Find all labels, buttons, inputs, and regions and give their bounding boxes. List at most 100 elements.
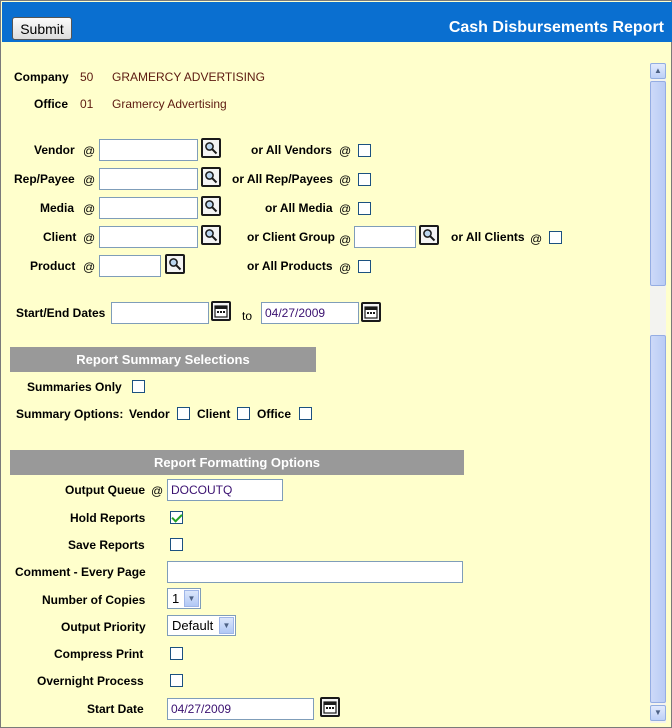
all-rep-payees-at: @ bbox=[339, 173, 352, 187]
product-input[interactable] bbox=[99, 255, 161, 277]
output-queue-at: @ bbox=[151, 484, 164, 498]
page-title: Cash Disbursements Report bbox=[448, 19, 664, 36]
compress-label: Compress Print bbox=[54, 647, 144, 661]
compress-print-checkbox[interactable] bbox=[170, 647, 183, 660]
client-input[interactable] bbox=[99, 226, 198, 248]
media-label: Media bbox=[40, 201, 75, 215]
start-date-calendar-button[interactable] bbox=[211, 301, 231, 321]
magnifier-icon bbox=[169, 258, 182, 271]
rep-payee-at: @ bbox=[83, 173, 96, 187]
scroll-thumb[interactable] bbox=[650, 81, 666, 286]
magnifier-icon bbox=[205, 200, 218, 213]
media-input[interactable] bbox=[99, 197, 198, 219]
rep-payee-label: Rep/Payee bbox=[14, 172, 75, 186]
save-reports-checkbox[interactable] bbox=[170, 538, 183, 551]
chevron-down-icon: ▼ bbox=[184, 590, 199, 607]
vendor-at: @ bbox=[83, 144, 96, 158]
summary-office-checkbox[interactable] bbox=[299, 407, 312, 420]
magnifier-icon bbox=[205, 229, 218, 242]
summary-client-checkbox[interactable] bbox=[237, 407, 250, 420]
summary-options-label: Summary Options: bbox=[16, 407, 124, 421]
client-group-input[interactable] bbox=[354, 226, 416, 248]
submit-button[interactable]: Submit bbox=[12, 17, 72, 40]
priority-label: Output Priority bbox=[61, 620, 146, 634]
all-vendors-checkbox[interactable] bbox=[358, 144, 371, 157]
vendor-input[interactable] bbox=[99, 139, 198, 161]
client-lookup-button[interactable] bbox=[201, 225, 221, 245]
all-clients-checkbox[interactable] bbox=[549, 231, 562, 244]
all-media-checkbox[interactable] bbox=[358, 202, 371, 215]
overnight-process-checkbox[interactable] bbox=[170, 674, 183, 687]
media-lookup-button[interactable] bbox=[201, 196, 221, 216]
copies-label: Number of Copies bbox=[42, 593, 146, 607]
comment-label: Comment - Every Page bbox=[15, 565, 146, 579]
product-lookup-button[interactable] bbox=[165, 254, 185, 274]
copies-select-value: 1 bbox=[172, 591, 180, 606]
all-media-at: @ bbox=[339, 202, 352, 216]
media-at: @ bbox=[83, 202, 96, 216]
calendar-icon bbox=[323, 701, 337, 714]
office-name: Gramercy Advertising bbox=[112, 97, 227, 111]
output-queue-input[interactable] bbox=[167, 479, 283, 501]
dates-to-label: to bbox=[242, 309, 253, 323]
vendor-lookup-button[interactable] bbox=[201, 138, 221, 158]
summary-vendor-label: Vendor bbox=[129, 407, 170, 421]
client-at: @ bbox=[83, 231, 96, 245]
all-products-checkbox[interactable] bbox=[358, 260, 371, 273]
copies-select[interactable]: 1 ▼ bbox=[167, 588, 201, 609]
start-date-input[interactable] bbox=[111, 302, 209, 324]
all-rep-payees-checkbox[interactable] bbox=[358, 173, 371, 186]
dates-label: Start/End Dates bbox=[16, 306, 106, 320]
all-clients-at: @ bbox=[530, 232, 543, 246]
client-group-label: or Client Group bbox=[247, 230, 335, 244]
priority-select[interactable]: Default ▼ bbox=[167, 615, 236, 636]
summary-office-label: Office bbox=[257, 407, 292, 421]
all-vendors-at: @ bbox=[339, 144, 352, 158]
all-products-label: or All Products bbox=[247, 259, 333, 273]
end-date-calendar-button[interactable] bbox=[361, 302, 381, 322]
overnight-label: Overnight Process bbox=[37, 674, 144, 688]
vendor-label: Vendor bbox=[34, 143, 75, 157]
calendar-icon bbox=[214, 305, 228, 318]
magnifier-icon bbox=[205, 171, 218, 184]
start-date-label: Start Date bbox=[87, 702, 144, 716]
client-label: Client bbox=[43, 230, 77, 244]
all-products-at: @ bbox=[339, 261, 352, 275]
scroll-thumb-lower[interactable] bbox=[650, 335, 666, 703]
priority-select-value: Default bbox=[172, 618, 214, 633]
product-at: @ bbox=[83, 260, 96, 274]
all-rep-payees-label: or All Rep/Payees bbox=[232, 172, 333, 186]
formatting-start-date-input[interactable] bbox=[167, 698, 314, 720]
calendar-icon bbox=[364, 306, 378, 319]
company-label: Company bbox=[14, 70, 69, 84]
rep-payee-input[interactable] bbox=[99, 168, 198, 190]
summaries-only-checkbox[interactable] bbox=[132, 380, 145, 393]
company-code: 50 bbox=[80, 70, 94, 84]
vertical-scrollbar[interactable]: ▲ ▼ bbox=[650, 63, 666, 723]
summaries-only-label: Summaries Only bbox=[27, 380, 122, 394]
comment-input[interactable] bbox=[167, 561, 463, 583]
product-label: Product bbox=[30, 259, 76, 273]
magnifier-icon bbox=[205, 142, 218, 155]
end-date-input[interactable] bbox=[261, 302, 359, 324]
client-group-lookup-button[interactable] bbox=[419, 225, 439, 245]
all-media-label: or All Media bbox=[265, 201, 333, 215]
save-reports-label: Save Reports bbox=[68, 538, 145, 552]
office-label: Office bbox=[34, 97, 69, 111]
summary-client-label: Client bbox=[197, 407, 231, 421]
client-group-at: @ bbox=[339, 233, 352, 247]
formatting-start-date-calendar-button[interactable] bbox=[320, 697, 340, 717]
formatting-section-header: Report Formatting Options bbox=[10, 450, 464, 475]
all-vendors-label: or All Vendors bbox=[251, 143, 332, 157]
summary-vendor-checkbox[interactable] bbox=[177, 407, 190, 420]
chevron-down-icon: ▼ bbox=[219, 617, 234, 634]
all-clients-label: or All Clients bbox=[451, 230, 525, 244]
magnifier-icon bbox=[423, 229, 436, 242]
summary-section-header: Report Summary Selections bbox=[10, 347, 316, 372]
rep-payee-lookup-button[interactable] bbox=[201, 167, 221, 187]
scroll-down-button[interactable]: ▼ bbox=[650, 705, 666, 721]
scroll-up-button[interactable]: ▲ bbox=[650, 63, 666, 79]
hold-reports-checkbox[interactable] bbox=[170, 511, 183, 524]
report-window: Submit Cash Disbursements Report Company… bbox=[0, 0, 672, 728]
hold-reports-label: Hold Reports bbox=[70, 511, 146, 525]
